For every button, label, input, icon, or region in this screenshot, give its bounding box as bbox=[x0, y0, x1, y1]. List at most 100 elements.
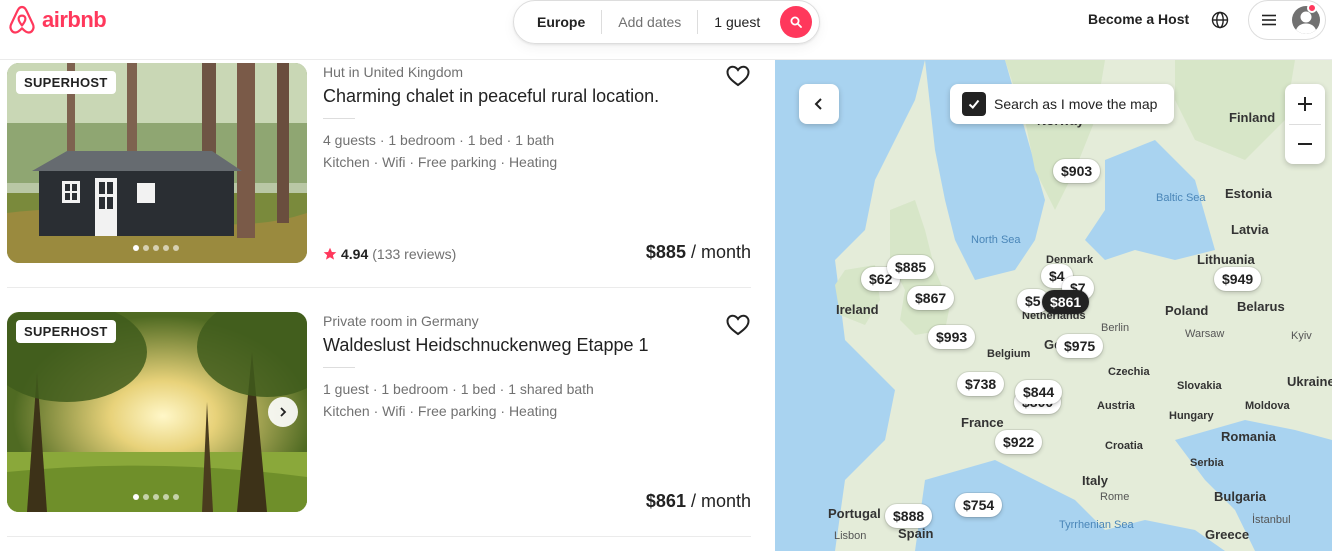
airbnb-logo[interactable]: airbnb bbox=[6, 4, 107, 36]
price-pin[interactable]: $993 bbox=[928, 325, 976, 349]
carousel-dot bbox=[143, 245, 149, 251]
map-label-serbia: Serbia bbox=[1190, 457, 1224, 469]
listing-title[interactable]: Waldeslust Heidschnuckenweg Etappe 1 bbox=[323, 335, 751, 356]
heart-icon[interactable] bbox=[725, 63, 751, 89]
photo-carousel-dots bbox=[133, 494, 179, 500]
map-label-north-sea: North Sea bbox=[971, 234, 1021, 246]
carousel-dot bbox=[163, 245, 169, 251]
listing-separator bbox=[7, 536, 751, 537]
checkmark-icon bbox=[968, 99, 980, 109]
photo-carousel-dots bbox=[133, 245, 179, 251]
listing-rooms: 4 guests · 1 bedroom · 1 bed · 1 bath bbox=[323, 132, 555, 148]
price-pin-selected[interactable]: $861 bbox=[1042, 290, 1090, 314]
map-label-slovakia: Slovakia bbox=[1177, 380, 1222, 392]
top-header: airbnb Europe Add dates 1 guest Become a… bbox=[0, 0, 1332, 60]
listing-price: $885 / month bbox=[646, 242, 751, 263]
superhost-badge: SUPERHOST bbox=[16, 320, 116, 343]
price-pin[interactable]: $888 bbox=[885, 504, 933, 528]
map-label-france: France bbox=[961, 415, 1004, 430]
map-label-belarus: Belarus bbox=[1237, 299, 1285, 314]
listing-amenities: Kitchen · Wifi · Free parking · Heating bbox=[323, 403, 558, 419]
checkbox-checked[interactable] bbox=[962, 92, 986, 116]
price-pin[interactable]: $885 bbox=[887, 255, 935, 279]
map-label-bulgaria: Bulgaria bbox=[1214, 489, 1267, 504]
airbnb-logo-icon bbox=[9, 5, 35, 34]
search-bar[interactable]: Europe Add dates 1 guest bbox=[513, 0, 820, 44]
map-label-belgium: Belgium bbox=[987, 348, 1031, 360]
listing-card[interactable]: SUPERHOST Private room in Germany Waldes… bbox=[7, 312, 751, 512]
plus-icon bbox=[1298, 96, 1312, 111]
globe-icon[interactable] bbox=[1210, 10, 1230, 30]
map-panel[interactable]: Norway Finland Estonia Baltic Sea Latvia… bbox=[775, 60, 1332, 551]
chevron-left-icon bbox=[814, 98, 822, 110]
listing-separator bbox=[7, 287, 751, 288]
price-amount: $885 bbox=[645, 242, 686, 262]
map-label-tyrrhenian-sea: Tyrrhenian Sea bbox=[1059, 519, 1134, 531]
price-pin[interactable]: $754 bbox=[955, 493, 1003, 517]
listing-photo[interactable]: SUPERHOST bbox=[7, 63, 307, 263]
search-as-move-label: Search as I move the map bbox=[994, 96, 1158, 112]
map-label-czechia: Czechia bbox=[1108, 366, 1150, 378]
map-label-poland: Poland bbox=[1165, 303, 1209, 318]
map-label-austria: Austria bbox=[1097, 400, 1135, 412]
map-label-ukraine: Ukraine bbox=[1287, 374, 1332, 389]
carousel-dot bbox=[153, 494, 159, 500]
listing-rooms: 1 guest · 1 bedroom · 1 bed · 1 shared b… bbox=[323, 381, 594, 397]
price-pin[interactable]: $903 bbox=[1053, 159, 1101, 183]
map-zoom-controls[interactable] bbox=[1285, 84, 1325, 164]
listing-amenities: Kitchen · Wifi · Free parking · Heating bbox=[323, 154, 558, 170]
search-location[interactable]: Europe bbox=[514, 10, 601, 34]
chevron-right-icon bbox=[280, 407, 287, 417]
map-label-kyiv: Kyiv bbox=[1291, 330, 1312, 342]
map-label-baltic-sea: Baltic Sea bbox=[1156, 192, 1206, 204]
map-label-romania: Romania bbox=[1221, 429, 1276, 444]
search-icon bbox=[790, 16, 802, 28]
user-menu-button[interactable] bbox=[1248, 0, 1326, 40]
map-label-warsaw: Warsaw bbox=[1185, 328, 1225, 340]
price-pin[interactable]: $975 bbox=[1056, 334, 1104, 358]
minus-icon bbox=[1298, 143, 1312, 146]
map-label-spain: Spain bbox=[898, 526, 934, 541]
price-pin[interactable]: $922 bbox=[995, 430, 1043, 454]
search-as-move-toggle[interactable]: Search as I move the map bbox=[950, 84, 1174, 124]
price-pin[interactable]: $949 bbox=[1214, 267, 1262, 291]
listing-price: $861 / month bbox=[646, 491, 751, 512]
map-label-moldova: Moldova bbox=[1245, 400, 1290, 412]
map-label-latvia: Latvia bbox=[1231, 222, 1269, 237]
search-dates[interactable]: Add dates bbox=[601, 10, 697, 34]
map-label-greece: Greece bbox=[1205, 527, 1250, 542]
carousel-dot bbox=[153, 245, 159, 251]
next-photo-button[interactable] bbox=[268, 397, 298, 427]
zoom-in-button[interactable] bbox=[1285, 84, 1325, 124]
search-guests[interactable]: 1 guest bbox=[697, 10, 776, 34]
listings-panel: SUPERHOST Hut in United Kingdom Charming… bbox=[0, 60, 775, 551]
price-pin[interactable]: $867 bbox=[907, 286, 955, 310]
heart-icon[interactable] bbox=[725, 312, 751, 338]
carousel-dot bbox=[133, 494, 139, 500]
listing-photo[interactable]: SUPERHOST bbox=[7, 312, 307, 512]
carousel-dot bbox=[173, 245, 179, 251]
zoom-out-button[interactable] bbox=[1285, 124, 1325, 164]
superhost-badge: SUPERHOST bbox=[16, 71, 116, 94]
listing-card[interactable]: SUPERHOST Hut in United Kingdom Charming… bbox=[7, 63, 751, 263]
listing-divider bbox=[323, 118, 355, 119]
price-unit: / month bbox=[690, 242, 751, 262]
map-label-hungary: Hungary bbox=[1169, 410, 1214, 422]
map-label-portugal: Portugal bbox=[828, 506, 881, 521]
price-pin[interactable]: $844 bbox=[1015, 380, 1063, 404]
search-button[interactable] bbox=[780, 6, 812, 38]
listing-type: Private room in Germany bbox=[323, 313, 479, 329]
map-back-button[interactable] bbox=[799, 84, 839, 124]
listing-divider bbox=[323, 367, 355, 368]
map-label-croatia: Croatia bbox=[1105, 440, 1143, 452]
listing-rating: 4.94 (133 reviews) bbox=[323, 246, 456, 262]
carousel-dot bbox=[133, 245, 139, 251]
price-pin[interactable]: $738 bbox=[957, 372, 1005, 396]
map-label-lisbon: Lisbon bbox=[834, 530, 867, 542]
map-label-rome: Rome bbox=[1100, 491, 1130, 503]
map-label-lithuania: Lithuania bbox=[1197, 252, 1255, 267]
notification-dot bbox=[1307, 3, 1317, 13]
become-host-link[interactable]: Become a Host bbox=[1088, 11, 1189, 27]
star-icon bbox=[323, 247, 337, 260]
listing-title[interactable]: Charming chalet in peaceful rural locati… bbox=[323, 86, 751, 107]
